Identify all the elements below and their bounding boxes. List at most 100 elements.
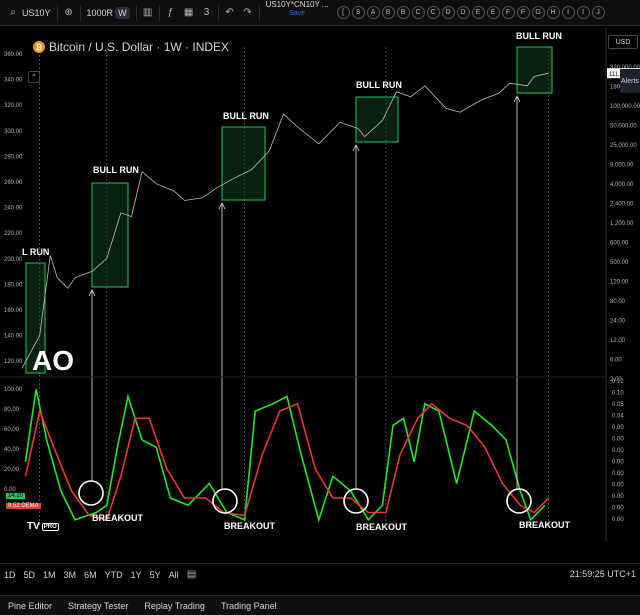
tradingview-logo: TV PRO [27, 521, 59, 532]
quick-button[interactable]: A [366, 6, 380, 19]
range-6m[interactable]: 6M [80, 570, 101, 580]
right-axis-tick-label: 0.00 [612, 448, 624, 454]
chart-canvas[interactable]: 360.00 340.00 320.00 300.00 280.00 260.00 240.… [0, 27, 640, 542]
divider [56, 4, 58, 21]
range-3m[interactable]: 3M [60, 570, 81, 580]
divider [258, 4, 260, 21]
left-axis-tick-label: 80.00 [4, 407, 20, 413]
bull-run-box [355, 96, 399, 143]
bull-run-label: BULL RUN [93, 165, 139, 175]
range-5y[interactable]: 5Y [146, 570, 165, 580]
right-axis-tick-label: 0.10 [612, 391, 624, 397]
right-axis-tick-label: 0.00 [612, 460, 624, 466]
quick-button[interactable]: I [561, 6, 575, 19]
alerts-count-icon[interactable]: 3 [200, 6, 214, 20]
quick-button[interactable]: E [471, 6, 485, 19]
left-axis-tick-label: 20.00 [4, 467, 20, 473]
dema-value-badge: 9.52 DEMA [6, 503, 41, 509]
quick-button[interactable]: I [576, 6, 590, 19]
quick-button[interactable]: J [591, 6, 605, 19]
indicators-icon[interactable]: ƒ [164, 6, 178, 20]
left-axis-tick-label: 320.00 [4, 103, 23, 109]
panel-tab-strategy-tester[interactable]: Strategy Tester [60, 601, 136, 611]
right-axis-tick-label: 500.00 [610, 260, 629, 266]
alerts-count: 3 [203, 7, 210, 18]
right-axis-tick-label: 0.12 [612, 379, 624, 385]
quick-button[interactable]: D [456, 6, 470, 19]
right-axis-tick-label: 2,400.00 [610, 202, 634, 208]
add-symbol-icon[interactable]: ⊕ [62, 6, 76, 20]
candles-icon[interactable]: ▥ [141, 6, 155, 20]
currency-selector[interactable]: USD [608, 35, 638, 49]
range-1d[interactable]: 1D [0, 570, 20, 580]
quick-button[interactable]: C [426, 6, 440, 19]
range-5d[interactable]: 5D [20, 570, 40, 580]
range-bar: 1D 5D 1M 3M 6M YTD 1Y 5Y All ▤ 21:59:25 UTC+1 [0, 563, 640, 585]
interval-active[interactable]: W [115, 6, 130, 19]
top-toolbar: ⌕ US10Y ⊕ 1000R W ▥ ƒ ▦ 3 ↶ ↷ US10Y*CN10… [0, 0, 640, 26]
right-axis-tick-label: 120.00 [610, 280, 629, 286]
left-axis-tick-label: 220.00 [4, 231, 23, 237]
right-axis-tick-label: 0.00 [612, 517, 624, 523]
bull-run-label: L RUN [22, 247, 49, 257]
quick-button[interactable]: B [396, 6, 410, 19]
panel-tab-replay-trading[interactable]: Replay Trading [136, 601, 213, 611]
chart-title: Bitcoin / U.S. Dollar · 1W · INDEX [49, 40, 230, 54]
clock: 21:59:25 UTC+1 [569, 569, 636, 579]
left-axis-tick-label: 40.00 [4, 447, 20, 453]
alerts-tab[interactable]: Alerts [620, 69, 640, 93]
bull-run-label: BULL RUN [516, 31, 562, 41]
breakout-circle [78, 480, 104, 506]
dema-line [24, 402, 550, 521]
quick-button[interactable]: F [501, 6, 515, 19]
interval-selector[interactable]: 1000R W [83, 0, 134, 26]
range-all[interactable]: All [165, 570, 183, 580]
range-ytd[interactable]: YTD [101, 570, 127, 580]
templates-icon[interactable]: ▦ [182, 6, 196, 20]
quick-button[interactable]: 8 [351, 6, 365, 19]
range-1y[interactable]: 1Y [127, 570, 146, 580]
symbol-search[interactable]: ⌕ US10Y [0, 0, 55, 26]
left-axis-tick-label: 100.00 [4, 387, 23, 393]
quick-button[interactable]: F [516, 6, 530, 19]
ao-label: AO [32, 345, 74, 376]
range-1m[interactable]: 1M [39, 570, 60, 580]
left-axis-tick-label: 300.00 [4, 129, 23, 135]
logo-text: TV [27, 521, 40, 532]
quick-button[interactable]: H [546, 6, 560, 19]
right-axis-tick-label: 50,000.00 [610, 124, 637, 130]
undo-icon[interactable]: ↶ [223, 6, 237, 20]
right-axis-tick-label: 4,000.00 [610, 182, 634, 188]
right-axis-tick-label: 25,000.00 [610, 143, 637, 149]
currency-label: USD [615, 38, 631, 46]
layout-name[interactable]: US10Y*CN10Y ... Save [262, 0, 333, 26]
right-axis-tick-label: 12.00 [610, 338, 626, 344]
symbol-label: US10Y [22, 7, 51, 18]
quick-button[interactable]: [ [336, 6, 350, 19]
quick-button[interactable]: C [411, 6, 425, 19]
bitcoin-icon: ₿ [33, 41, 45, 53]
quick-button[interactable]: G [531, 6, 545, 19]
right-axis-tick-label: 0.04 [612, 414, 624, 420]
bottom-panel-tabs: Pine Editor Strategy Tester Replay Trading… [0, 595, 640, 615]
quick-button[interactable]: B [381, 6, 395, 19]
panel-tab-pine-editor[interactable]: Pine Editor [0, 601, 60, 611]
collapse-legend-button[interactable]: ⌃ [28, 71, 40, 83]
divider [158, 4, 160, 21]
search-icon: ⌕ [10, 7, 16, 18]
ao-value-badge: 14.20 [6, 493, 26, 499]
save-label[interactable]: Save [289, 9, 305, 18]
right-axis-tick-label: 0.00 [612, 437, 624, 443]
left-axis-tick-label: 160.00 [4, 308, 23, 314]
quick-button[interactable]: E [486, 6, 500, 19]
redo-icon[interactable]: ↷ [241, 6, 255, 20]
right-axis-tick-label: 80.00 [610, 299, 626, 305]
right-axis-tick-label: 0.00 [612, 483, 624, 489]
chart-area[interactable]: 360.00 340.00 320.00 300.00 280.00 260.00 240.… [0, 27, 640, 542]
date-range-icon[interactable]: ▤ [185, 568, 199, 582]
interval-label: 1000R [86, 7, 114, 18]
breakout-label: BREAKOUT [356, 522, 408, 532]
right-axis-tick-label: 0.00 [612, 494, 624, 500]
quick-button[interactable]: D [441, 6, 455, 19]
panel-tab-trading-panel[interactable]: Trading Panel [213, 601, 285, 611]
